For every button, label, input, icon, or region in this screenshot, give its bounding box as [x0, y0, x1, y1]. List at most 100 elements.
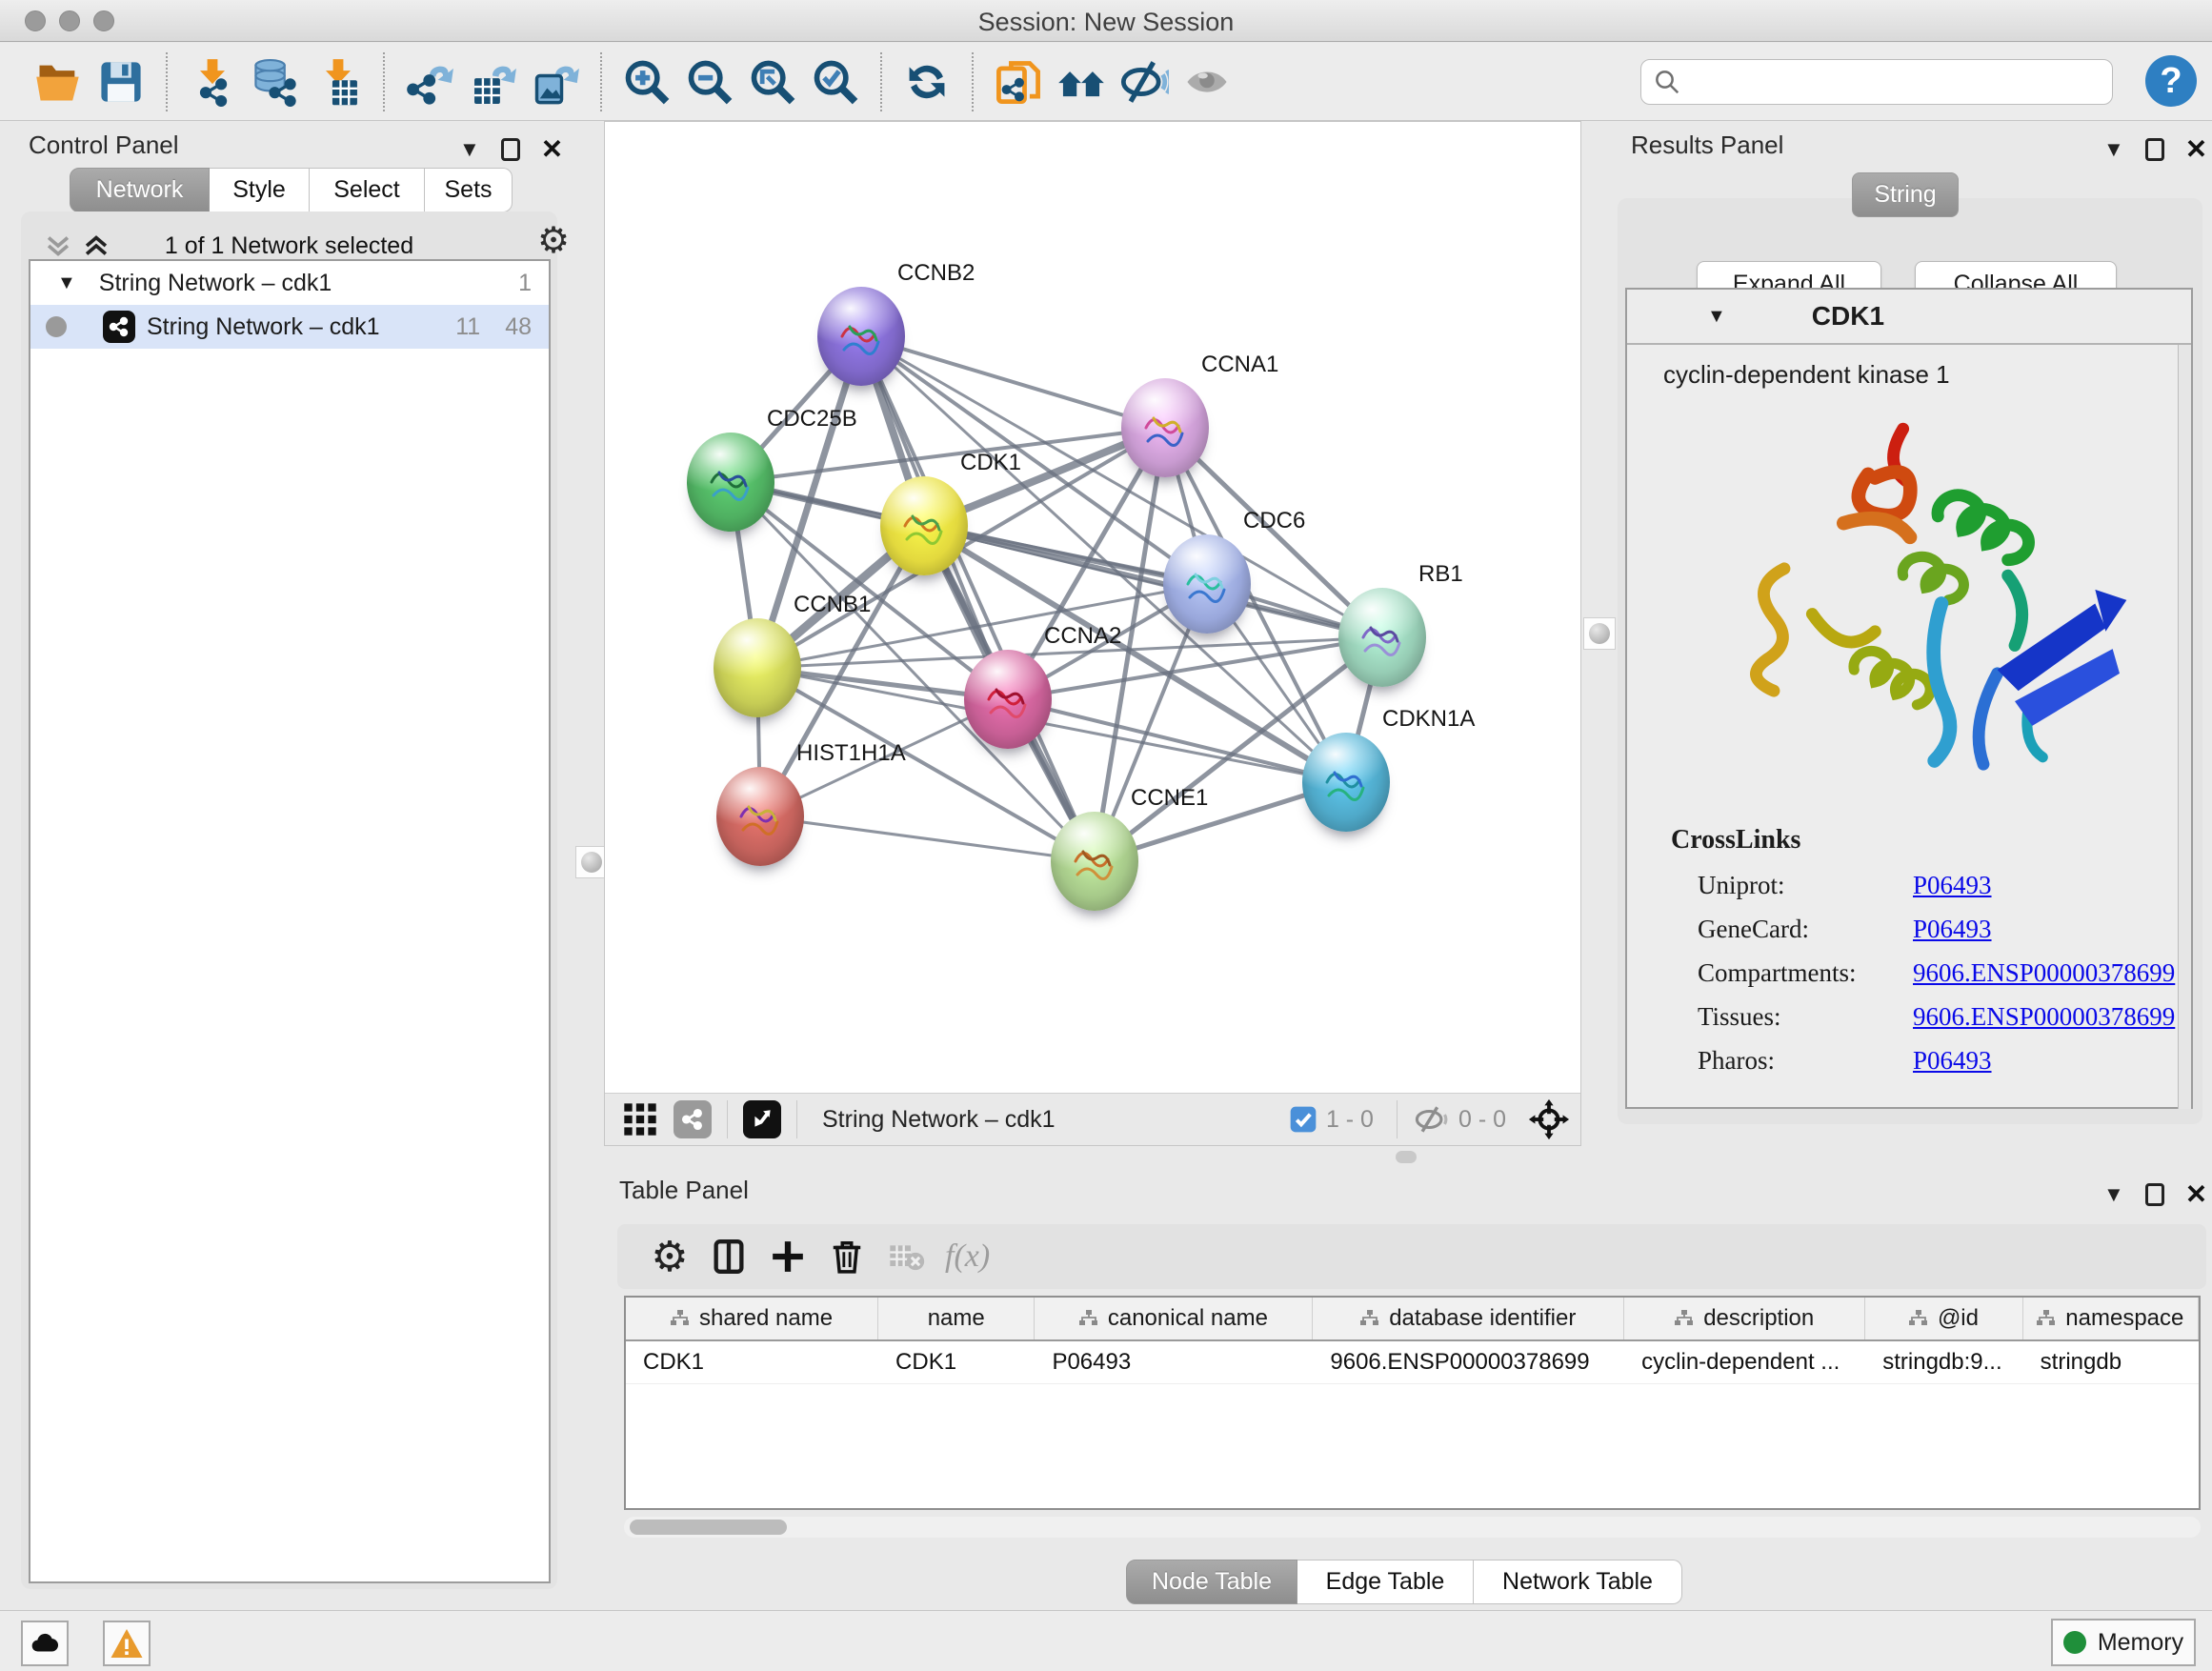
hide-selected-button[interactable] — [1113, 50, 1176, 113]
table-horizontal-scrollbar[interactable] — [624, 1517, 2201, 1538]
import-network-file-button[interactable] — [181, 50, 244, 113]
tab-network-table[interactable]: Network Table — [1474, 1560, 1682, 1604]
cell-shared-name[interactable]: CDK1 — [626, 1341, 878, 1383]
cell-name[interactable]: CDK1 — [878, 1341, 1035, 1383]
column-header-name[interactable]: name — [878, 1298, 1035, 1339]
left-splitter-handle[interactable] — [575, 846, 608, 878]
first-neighbors-button[interactable] — [1050, 50, 1113, 113]
edge-CCNB2-CCNE1[interactable] — [861, 336, 1095, 861]
fit-selected-crosshair-icon[interactable] — [1527, 1097, 1571, 1141]
panel-float-icon[interactable] — [2145, 1183, 2164, 1206]
cloud-status-button[interactable] — [21, 1621, 69, 1666]
node-HIST1H1A[interactable] — [716, 767, 804, 866]
column-header-@id[interactable]: @id — [1865, 1298, 2022, 1339]
node-CCNA2[interactable] — [964, 650, 1052, 749]
gene-symbol: CDK1 — [1812, 301, 1884, 332]
column-header-description[interactable]: description — [1624, 1298, 1865, 1339]
crosslink-link[interactable]: 9606.ENSP00000378699 — [1913, 958, 2175, 988]
search-field[interactable] — [1640, 59, 2113, 105]
zoom-out-button[interactable] — [678, 50, 741, 113]
column-header-canonical-name[interactable]: canonical name — [1035, 1298, 1313, 1339]
node-CCNB2[interactable] — [817, 287, 905, 386]
cell-database-identifier[interactable]: 9606.ENSP00000378699 — [1313, 1341, 1624, 1383]
panel-float-icon[interactable] — [2145, 138, 2164, 161]
birdseye-view-icon[interactable] — [743, 1100, 781, 1138]
crosslink-link[interactable]: P06493 — [1913, 1046, 1992, 1076]
crosslink-link[interactable]: P06493 — [1913, 915, 1992, 944]
delete-column-trash-icon[interactable] — [817, 1231, 876, 1282]
node-CDC6[interactable] — [1163, 534, 1251, 634]
node-CCNA1[interactable] — [1121, 378, 1209, 477]
column-header-database-identifier[interactable]: database identifier — [1313, 1298, 1624, 1339]
import-network-database-button[interactable] — [244, 50, 307, 113]
show-all-icon — [1182, 57, 1232, 107]
panel-menu-icon[interactable]: ▼ — [459, 137, 480, 162]
zoom-fit-button[interactable] — [741, 50, 804, 113]
results-scrollbar[interactable] — [2178, 345, 2191, 1109]
clone-network-button[interactable] — [987, 50, 1050, 113]
export-table-button[interactable] — [461, 50, 524, 113]
crosslink-link[interactable]: P06493 — [1913, 871, 1992, 900]
warnings-button[interactable] — [103, 1621, 151, 1666]
memory-button[interactable]: Memory — [2051, 1619, 2196, 1666]
network-options-gear-icon[interactable]: ⚙ — [537, 219, 570, 262]
panel-menu-icon[interactable]: ▼ — [2103, 1182, 2124, 1207]
scrollbar-thumb[interactable] — [630, 1520, 787, 1535]
tab-network[interactable]: Network — [70, 168, 210, 212]
panel-close-icon[interactable]: ✕ — [541, 133, 563, 165]
selected-checkbox-icon[interactable] — [1288, 1104, 1318, 1135]
node-RB1[interactable] — [1338, 588, 1426, 687]
collection-expand-icon[interactable]: ▼ — [57, 272, 76, 294]
panel-float-icon[interactable] — [501, 138, 520, 161]
node-CDKN1A[interactable] — [1302, 733, 1390, 832]
panel-close-icon[interactable]: ✕ — [2185, 1178, 2207, 1210]
network-canvas[interactable]: CCNB2 CCNA1 CDC25B CDK1 CDC6 RB1CCNB1 — [605, 122, 1580, 1094]
table-options-gear-icon[interactable]: ⚙ — [640, 1231, 699, 1282]
open-session-button[interactable] — [27, 50, 90, 113]
create-column-plus-icon[interactable] — [758, 1231, 817, 1282]
node-CCNB1[interactable] — [714, 618, 801, 717]
panel-close-icon[interactable]: ✕ — [2185, 133, 2207, 165]
table-row[interactable]: CDK1CDK1P064939606.ENSP00000378699cyclin… — [626, 1341, 2199, 1384]
cell-description[interactable]: cyclin-dependent ... — [1624, 1341, 1865, 1383]
search-input[interactable] — [1689, 69, 2112, 95]
crosslink-link[interactable]: 9606.ENSP00000378699 — [1913, 1002, 2175, 1032]
node-CDC25B[interactable] — [687, 433, 774, 532]
export-image-button[interactable] — [524, 50, 587, 113]
show-columns-icon[interactable] — [699, 1231, 758, 1282]
panel-menu-icon[interactable]: ▼ — [2103, 137, 2124, 162]
show-all-button[interactable] — [1176, 50, 1238, 113]
gene-collapse-icon[interactable]: ▼ — [1707, 306, 1726, 328]
tab-node-table[interactable]: Node Table — [1126, 1560, 1297, 1604]
column-header-shared-name[interactable]: shared name — [626, 1298, 878, 1339]
zoom-selected-button[interactable] — [804, 50, 867, 113]
zoom-in-button[interactable] — [615, 50, 678, 113]
edge-CDK1-RB1[interactable] — [924, 526, 1382, 637]
bottom-splitter-handle[interactable] — [1396, 1151, 1417, 1163]
table-header-row[interactable]: shared namename canonical name database … — [626, 1298, 2199, 1341]
network-row-selected[interactable]: String Network – cdk1 11 48 — [30, 305, 549, 349]
tab-string[interactable]: String — [1852, 172, 1959, 217]
refresh-button[interactable] — [895, 50, 958, 113]
cell-canonical-name[interactable]: P06493 — [1035, 1341, 1313, 1383]
network-view-icon[interactable] — [674, 1100, 712, 1138]
edge-CCNB2-CCNA1[interactable] — [861, 336, 1165, 428]
cell-@id[interactable]: stringdb:9... — [1865, 1341, 2022, 1383]
tab-edge-table[interactable]: Edge Table — [1297, 1560, 1474, 1604]
help-button[interactable]: ? — [2145, 55, 2197, 107]
column-header-namespace[interactable]: namespace — [2023, 1298, 2199, 1339]
tab-style[interactable]: Style — [210, 168, 310, 212]
export-network-button[interactable] — [398, 50, 461, 113]
node-CCNE1[interactable] — [1051, 812, 1138, 911]
tab-sets[interactable]: Sets — [425, 168, 513, 212]
save-session-button[interactable] — [90, 50, 152, 113]
gene-section-header[interactable]: ▼ CDK1 — [1627, 290, 2191, 345]
tab-select[interactable]: Select — [310, 168, 425, 212]
cell-namespace[interactable]: stringdb — [2023, 1341, 2199, 1383]
edge-HIST1H1A-CCNE1[interactable] — [760, 816, 1095, 861]
import-table-file-button[interactable] — [307, 50, 370, 113]
grid-view-icon[interactable] — [611, 1094, 670, 1145]
node-CDK1[interactable] — [880, 476, 968, 575]
network-collection-row[interactable]: ▼ String Network – cdk1 1 — [30, 261, 549, 305]
right-splitter-handle[interactable] — [1583, 617, 1616, 650]
